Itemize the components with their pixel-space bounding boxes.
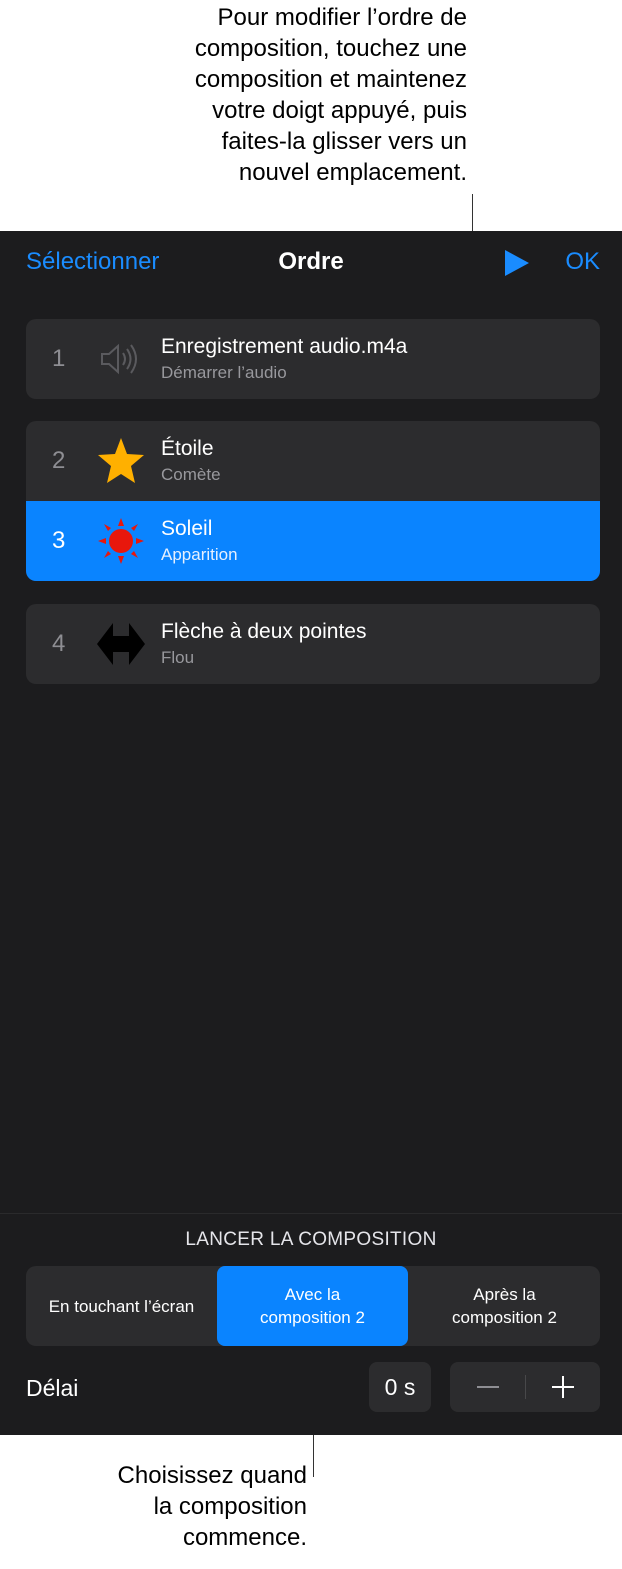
start-segmented-control: En touchant l’écran Avec la composition … — [26, 1266, 600, 1346]
build-card-group: 2 Étoile Comète 3 Soleil Apparition — [26, 421, 600, 581]
build-subtitle: Démarrer l’audio — [161, 363, 287, 382]
build-subtitle: Apparition — [161, 545, 238, 564]
double-arrow-icon — [97, 623, 145, 665]
build-card-arrow: 4 Flèche à deux pointes Flou — [26, 604, 600, 684]
build-title: Soleil — [161, 517, 213, 540]
build-subtitle: Comète — [161, 465, 221, 484]
delay-stepper — [450, 1362, 600, 1412]
decrement-button[interactable] — [450, 1362, 525, 1412]
build-row-3[interactable]: 3 Soleil Apparition — [26, 501, 600, 581]
nav-bar: Sélectionner Ordre OK — [0, 231, 622, 295]
build-order-panel: Sélectionner Ordre OK 1 Enregistrement a… — [0, 231, 622, 1435]
build-number: 3 — [52, 527, 66, 554]
plus-icon — [551, 1376, 574, 1398]
delay-value[interactable]: 0 s — [369, 1362, 431, 1412]
build-row-2[interactable]: 2 Étoile Comète — [26, 421, 600, 501]
build-subtitle: Flou — [161, 648, 195, 667]
build-title: Flèche à deux pointes — [161, 620, 367, 643]
build-number: 1 — [52, 345, 66, 372]
build-card-audio: 1 Enregistrement audio.m4a Démarrer l’au… — [26, 319, 600, 399]
callout-reorder: Pour modifier l’ordre de composition, to… — [194, 4, 467, 186]
start-option-with-build[interactable]: Avec la composition 2 — [217, 1266, 408, 1346]
start-option-on-tap[interactable]: En touchant l’écran — [26, 1266, 217, 1346]
build-number: 4 — [52, 630, 66, 657]
callout-start: Choisissez quand la composition commence… — [117, 1462, 307, 1551]
star-icon — [98, 438, 144, 483]
speaker-icon — [101, 343, 137, 375]
build-number: 2 — [52, 447, 66, 474]
sun-icon — [98, 518, 144, 564]
section-divider — [0, 1213, 622, 1214]
start-option-after-build[interactable]: Après la composition 2 — [409, 1266, 600, 1346]
play-icon[interactable] — [502, 249, 530, 277]
ok-button[interactable]: OK — [565, 248, 600, 276]
increment-button[interactable] — [525, 1362, 600, 1412]
build-row-1[interactable]: 1 Enregistrement audio.m4a Démarrer l’au… — [26, 319, 600, 399]
delay-label: Délai — [26, 1375, 79, 1401]
build-title: Enregistrement audio.m4a — [161, 335, 408, 358]
build-title: Étoile — [161, 437, 214, 460]
build-row-4[interactable]: 4 Flèche à deux pointes Flou — [26, 604, 600, 684]
start-build-label: LANCER LA COMPOSITION — [185, 1229, 437, 1250]
minus-icon — [476, 1386, 499, 1388]
